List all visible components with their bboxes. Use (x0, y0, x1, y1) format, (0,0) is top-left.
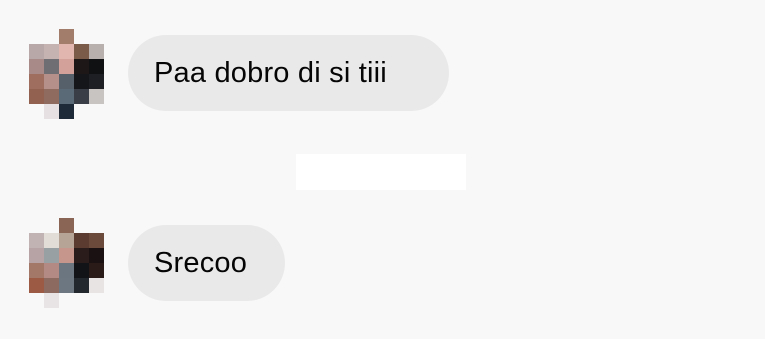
message-text: Paa dobro di si tiii (154, 56, 387, 89)
avatar-pixel (89, 233, 104, 248)
avatar-pixel (74, 44, 89, 59)
avatar-pixel (74, 233, 89, 248)
avatar-pixel (89, 263, 104, 278)
avatar-pixel (59, 44, 74, 59)
avatar-pixel (59, 104, 74, 119)
avatar-pixel (44, 263, 59, 278)
avatar-pixel (44, 74, 59, 89)
avatar-pixel (59, 218, 74, 233)
message-bubble[interactable]: Paa dobro di si tiii (128, 35, 449, 111)
avatar-pixel (59, 263, 74, 278)
avatar-pixel (74, 263, 89, 278)
avatar-pixel (59, 248, 74, 263)
avatar-pixel (59, 74, 74, 89)
avatar-pixel (44, 89, 59, 104)
avatar-pixel (89, 59, 104, 74)
message-text: Srecoo (154, 246, 248, 279)
avatar[interactable] (29, 29, 104, 119)
avatar-pixel (29, 278, 44, 293)
avatar-pixel (59, 233, 74, 248)
avatar-pixel (44, 44, 59, 59)
avatar-pixel (29, 89, 44, 104)
avatar-pixel (59, 89, 74, 104)
avatar-pixel (44, 233, 59, 248)
avatar-pixel (74, 89, 89, 104)
avatar-pixel (74, 59, 89, 74)
avatar-pixel (89, 89, 104, 104)
avatar-pixel (29, 59, 44, 74)
avatar-pixel (29, 44, 44, 59)
avatar-pixel (74, 278, 89, 293)
avatar[interactable] (29, 218, 104, 308)
avatar-pixel (89, 248, 104, 263)
avatar-pixel (59, 29, 74, 44)
message-bubble[interactable]: Srecoo (128, 225, 285, 301)
avatar-pixel (89, 278, 104, 293)
avatar-pixel (44, 104, 59, 119)
avatar-pixel (44, 59, 59, 74)
avatar-pixel (44, 248, 59, 263)
avatar-pixel (29, 74, 44, 89)
avatar-pixel (74, 248, 89, 263)
avatar-pixel (59, 278, 74, 293)
avatar-pixel (29, 233, 44, 248)
avatar-pixel (59, 59, 74, 74)
avatar-pixel (89, 44, 104, 59)
avatar-pixel (89, 74, 104, 89)
avatar-pixel (44, 278, 59, 293)
redacted-timestamp (296, 154, 466, 190)
avatar-pixel (74, 74, 89, 89)
avatar-pixel (29, 263, 44, 278)
avatar-pixel (44, 293, 59, 308)
avatar-pixel (29, 248, 44, 263)
